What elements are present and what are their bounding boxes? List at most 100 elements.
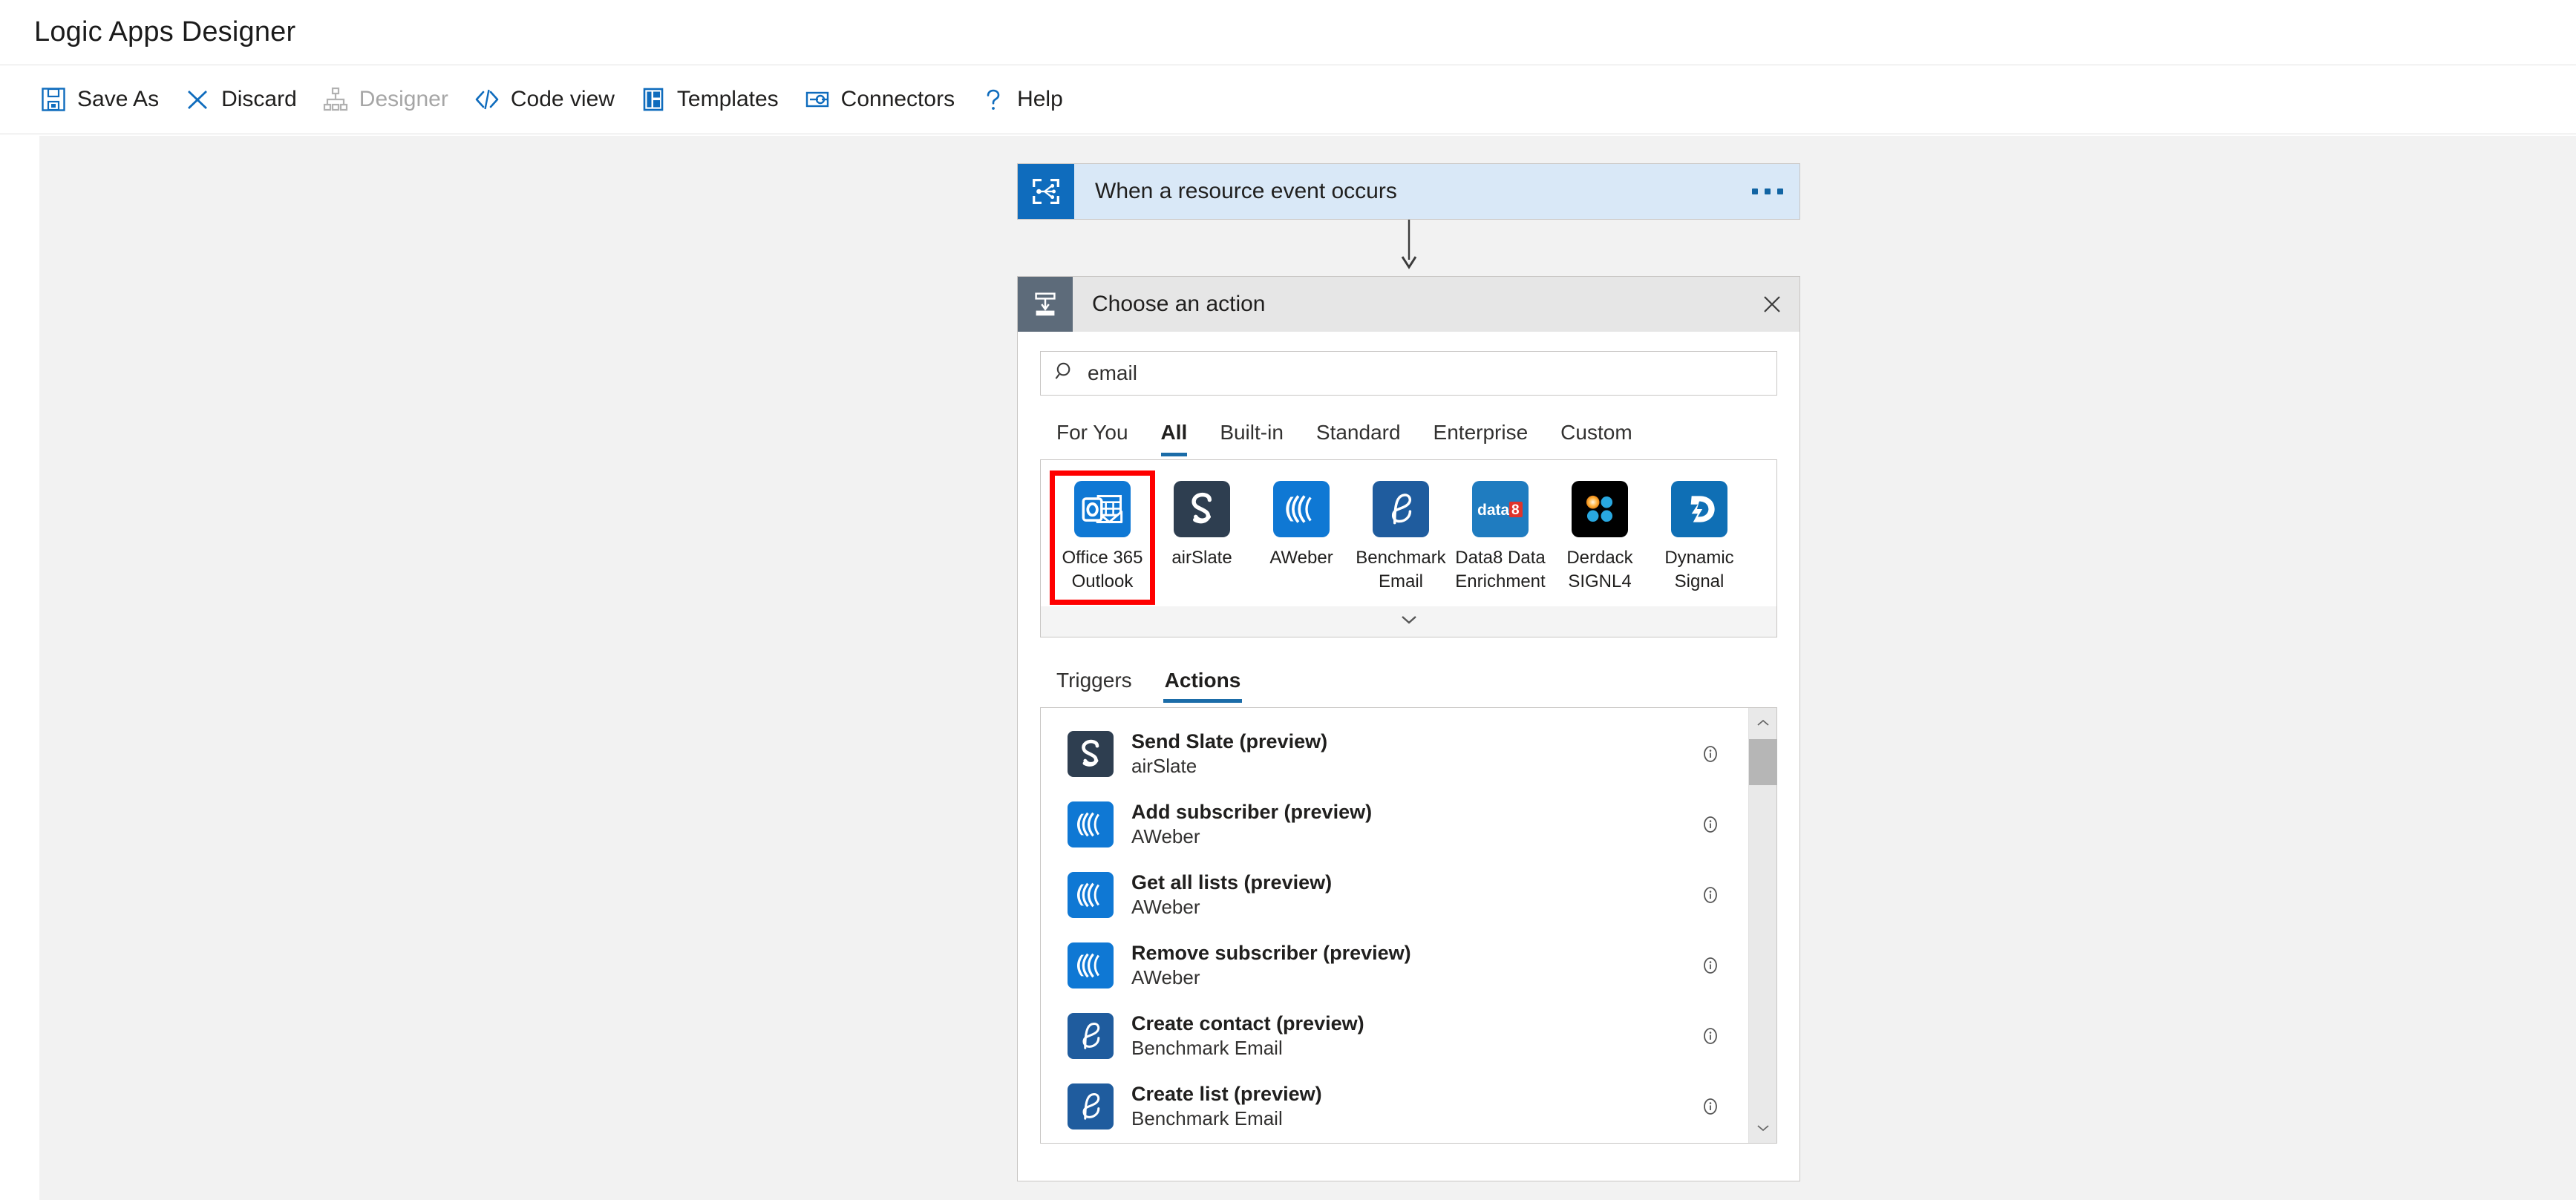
insert-action-icon xyxy=(1018,277,1073,332)
save-icon xyxy=(40,86,67,113)
trigger-card[interactable]: When a resource event occurs xyxy=(1017,163,1800,220)
discard-label: Discard xyxy=(221,87,297,111)
action-title: Remove subscriber (preview) xyxy=(1131,941,1411,964)
connector-filter-tabs: For You All Built-in Standard Enterprise… xyxy=(1040,407,1777,456)
list-item-text: Create list (preview) Benchmark Email xyxy=(1114,1081,1692,1132)
list-item[interactable]: Create contact (preview) Benchmark Email xyxy=(1041,1000,1748,1071)
airslate-icon xyxy=(1068,730,1114,777)
aweber-icon xyxy=(1068,871,1114,918)
question-mark-icon xyxy=(980,86,1007,113)
list-item-text: Add subscriber (preview) AWeber xyxy=(1114,799,1692,850)
aweber-icon xyxy=(1068,801,1114,847)
chevron-down-icon xyxy=(1398,614,1420,629)
results-scrollbar[interactable] xyxy=(1748,708,1777,1144)
flow-connector-arrow xyxy=(1017,220,1800,276)
info-icon[interactable] xyxy=(1692,1096,1729,1117)
scroll-down-arrow[interactable] xyxy=(1749,1113,1776,1143)
action-title: Get all lists (preview) xyxy=(1131,871,1333,894)
panel-bottom-spacer xyxy=(1040,1144,1777,1181)
action-title: Create contact (preview) xyxy=(1131,1012,1364,1035)
designer-button: Designer xyxy=(316,75,468,124)
connector-tile-label: AWeber xyxy=(1269,548,1333,568)
connector-tile-label: airSlate xyxy=(1171,548,1232,568)
info-icon[interactable] xyxy=(1692,744,1729,764)
list-item[interactable]: Remove subscriber (preview) AWeber xyxy=(1041,930,1748,1000)
list-item-text: Get all lists (preview) AWeber xyxy=(1114,870,1692,920)
search-input[interactable] xyxy=(1088,361,1763,385)
event-grid-icon xyxy=(1018,164,1074,219)
panel-title: Choose an action xyxy=(1092,292,1266,316)
benchmark-email-icon xyxy=(1068,1012,1114,1059)
connector-tile-derdack-signl4[interactable]: Derdack SIGNL4 xyxy=(1550,473,1650,602)
code-view-label: Code view xyxy=(510,87,615,111)
connector-tile-label: Dynamic Signal xyxy=(1664,548,1734,591)
templates-button[interactable]: Templates xyxy=(634,75,798,124)
templates-icon xyxy=(640,86,667,113)
derdack-signl4-icon xyxy=(1572,481,1628,537)
action-connector: AWeber xyxy=(1131,825,1200,848)
connectors-icon xyxy=(804,86,831,113)
discard-x-icon xyxy=(184,86,211,113)
search-box[interactable] xyxy=(1040,351,1777,396)
templates-label: Templates xyxy=(676,87,779,111)
save-as-button[interactable]: Save As xyxy=(34,75,178,124)
code-view-icon xyxy=(474,86,500,113)
action-connector: Benchmark Email xyxy=(1131,1037,1283,1060)
connectors-button[interactable]: Connectors xyxy=(798,75,974,124)
airslate-icon xyxy=(1174,481,1230,537)
action-results-list: Send Slate (preview) airSlate Add subscr… xyxy=(1041,708,1748,1143)
connector-tile-label: Office 365 Outlook xyxy=(1062,548,1143,591)
scrollbar-thumb[interactable] xyxy=(1749,739,1777,786)
action-connector: airSlate xyxy=(1131,755,1197,778)
choose-an-action-panel: Choose an action For You All Buil xyxy=(1017,276,1800,1182)
action-title: Add subscriber (preview) xyxy=(1131,800,1373,823)
discard-button[interactable]: Discard xyxy=(178,75,316,124)
connector-tile-benchmark-email[interactable]: Benchmark Email xyxy=(1351,473,1451,602)
workflow-column: When a resource event occurs Choose an a… xyxy=(1017,163,1800,1182)
connector-tile-aweber[interactable]: AWeber xyxy=(1252,473,1351,579)
info-icon[interactable] xyxy=(1692,814,1729,835)
connector-tile-label: Benchmark Email xyxy=(1356,548,1446,591)
filter-tab-custom[interactable]: Custom xyxy=(1544,421,1648,456)
filter-tab-built-in[interactable]: Built-in xyxy=(1203,421,1300,456)
list-item-text: Send Slate (preview) airSlate xyxy=(1114,729,1692,779)
connector-tile-data8-data-enrichment[interactable]: data 8 Data8 Data Enrichment xyxy=(1451,473,1550,602)
expand-connectors-button[interactable] xyxy=(1040,606,1777,638)
trigger-more-menu-button[interactable] xyxy=(1736,164,1799,219)
filter-tab-standard[interactable]: Standard xyxy=(1300,421,1417,456)
info-icon[interactable] xyxy=(1692,955,1729,976)
filter-tab-enterprise[interactable]: Enterprise xyxy=(1417,421,1545,456)
list-item[interactable]: Add subscriber (preview) AWeber xyxy=(1041,789,1748,859)
save-as-label: Save As xyxy=(77,87,160,111)
panel-body: For You All Built-in Standard Enterprise… xyxy=(1018,332,1799,1181)
info-icon[interactable] xyxy=(1692,1026,1729,1046)
designer-hierarchy-icon xyxy=(322,86,349,113)
help-label: Help xyxy=(1017,87,1063,111)
help-button[interactable]: Help xyxy=(974,75,1082,124)
list-item-text: Create contact (preview) Benchmark Email xyxy=(1114,1011,1692,1061)
connector-tile-airslate[interactable]: airSlate xyxy=(1152,473,1252,579)
list-item[interactable]: Get all lists (preview) AWeber xyxy=(1041,859,1748,930)
aweber-icon xyxy=(1068,942,1114,988)
action-results-container: Send Slate (preview) airSlate Add subscr… xyxy=(1040,707,1777,1144)
connectors-label: Connectors xyxy=(840,87,955,111)
benchmark-email-icon xyxy=(1373,481,1429,537)
info-icon[interactable] xyxy=(1692,885,1729,905)
dynamic-signal-icon xyxy=(1671,481,1727,537)
connector-tile-office-365-outlook[interactable]: Office 365 Outlook xyxy=(1050,470,1155,606)
scroll-up-arrow[interactable] xyxy=(1749,708,1776,738)
list-item[interactable]: Send Slate (preview) airSlate xyxy=(1041,718,1748,789)
action-connector: Benchmark Email xyxy=(1131,1107,1283,1130)
list-item-text: Remove subscriber (preview) AWeber xyxy=(1114,940,1692,991)
tab-actions[interactable]: Actions xyxy=(1148,669,1258,704)
list-item[interactable]: Create list (preview) Benchmark Email xyxy=(1041,1071,1748,1141)
window-title-bar: Logic Apps Designer xyxy=(0,0,2576,65)
filter-tab-all[interactable]: All xyxy=(1145,421,1204,456)
data8-icon: data 8 xyxy=(1472,481,1529,537)
filter-tab-for-you[interactable]: For You xyxy=(1040,421,1145,456)
panel-header: Choose an action xyxy=(1018,277,1799,332)
code-view-button[interactable]: Code view xyxy=(468,75,634,124)
connector-tile-dynamic-signal[interactable]: Dynamic Signal xyxy=(1650,473,1749,602)
tab-triggers[interactable]: Triggers xyxy=(1040,669,1148,703)
close-icon[interactable] xyxy=(1745,277,1799,332)
